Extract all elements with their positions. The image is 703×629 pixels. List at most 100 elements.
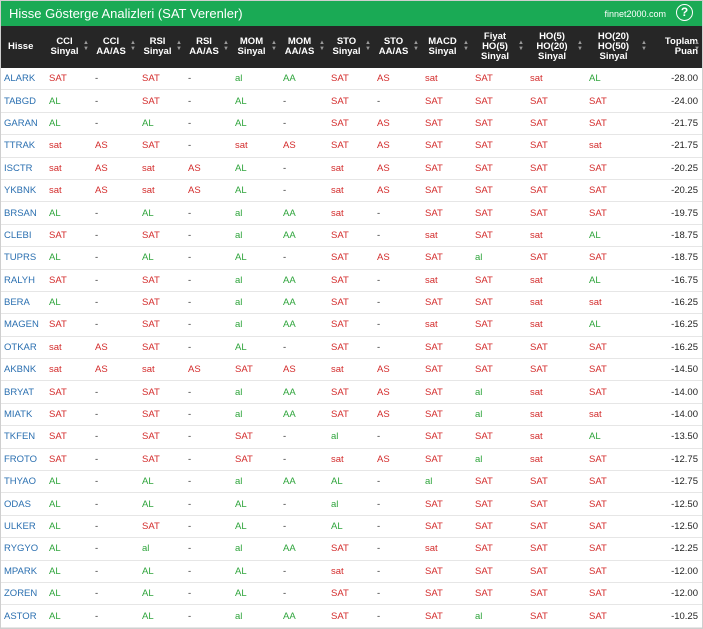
sort-icon[interactable]: ▲ ▼ — [413, 40, 419, 52]
signal-cell: SAT — [45, 403, 91, 427]
column-header[interactable]: CCI AA/AS ▲ ▼ — [91, 26, 138, 68]
table-row[interactable]: TKFEN SAT - SAT - SAT - al - SAT SAT sat AL -13.50 — [1, 425, 702, 449]
sort-icon[interactable]: ▲ ▼ — [176, 40, 182, 52]
table-row[interactable]: ISCTR sat AS sat AS AL - sat AS SAT SAT SAT SAT -20.2… — [1, 157, 702, 180]
signal-cell: SAT — [526, 582, 585, 606]
table-row[interactable]: RYGYO AL - al - al AA SAT - sat SAT SAT SAT -12.25 — [1, 537, 702, 561]
column-header[interactable]: Hisse — [1, 26, 45, 68]
symbol-link[interactable]: ASTOR — [1, 604, 45, 628]
sort-icon[interactable]: ▲ ▼ — [577, 40, 583, 52]
symbol-link[interactable]: BRSAN — [1, 201, 45, 225]
signal-cell: - — [184, 515, 231, 539]
signal-cell: sat — [526, 68, 585, 91]
total-score: -18.75 — [649, 246, 702, 270]
symbol-link[interactable]: THYAO — [1, 470, 45, 494]
table-row[interactable]: THYAO AL - AL - al AA AL - al SAT SAT SAT -12.75 — [1, 470, 702, 494]
symbol-link[interactable]: YKBNK — [1, 179, 45, 203]
table-row[interactable]: ALARK SAT - SAT - al AA SAT AS sat SAT sat AL -28.00 — [1, 68, 702, 91]
help-icon[interactable]: ? — [676, 4, 693, 21]
table-row[interactable]: AKBNK sat AS sat AS SAT AS sat AS SAT SAT SAT SAT -14… — [1, 358, 702, 382]
table-row[interactable]: OTKAR sat AS SAT - AL - SAT - SAT SAT SAT SAT -16.25 — [1, 336, 702, 360]
table-row[interactable]: ULKER AL - SAT - AL - AL - SAT SAT SAT SAT -12.50 — [1, 515, 702, 539]
signal-cell: SAT — [138, 291, 184, 315]
symbol-link[interactable]: FROTO — [1, 448, 45, 472]
table-row[interactable]: BRSAN AL - AL - al AA sat - SAT SAT SAT SAT -19.75 — [1, 201, 702, 225]
table-row[interactable]: TABGD AL - SAT - AL - SAT - SAT SAT SAT SAT -24.00 — [1, 89, 702, 113]
signal-cell: - — [91, 470, 138, 494]
symbol-link[interactable]: RYGYO — [1, 537, 45, 561]
symbol-link[interactable]: RALYH — [1, 269, 45, 292]
table-row[interactable]: CLEBI SAT - SAT - al AA SAT - sat SAT sat AL -18.75 — [1, 224, 702, 248]
signal-cell: SAT — [421, 112, 471, 136]
sort-icon[interactable]: ▲ ▼ — [463, 40, 469, 52]
signal-cell: - — [184, 313, 231, 337]
table-row[interactable]: TTRAK sat AS SAT - sat AS SAT AS SAT SAT SAT sat -21.… — [1, 134, 702, 158]
sort-icon[interactable]: ▲ ▼ — [365, 40, 371, 52]
signal-cell: al — [471, 246, 526, 270]
sort-icon[interactable]: ▲ ▼ — [641, 40, 647, 52]
sort-icon[interactable]: ▲ ▼ — [130, 40, 136, 52]
column-header[interactable]: RSI Sinyal ▲ ▼ — [138, 26, 184, 68]
symbol-link[interactable]: BRYAT — [1, 380, 45, 404]
table-row[interactable]: ZOREN AL - AL - AL - SAT - SAT SAT SAT SAT -12.00 — [1, 582, 702, 606]
table-row[interactable]: BERA AL - SAT - al AA SAT - SAT SAT sat sat -16.25 — [1, 291, 702, 315]
symbol-link[interactable]: CLEBI — [1, 224, 45, 248]
sort-icon[interactable]: ▲ ▼ — [271, 40, 277, 52]
signal-cell: - — [184, 448, 231, 472]
signal-cell: - — [279, 112, 327, 136]
symbol-link[interactable]: MPARK — [1, 560, 45, 583]
sort-icon[interactable]: ▲ ▼ — [694, 40, 700, 52]
symbol-link[interactable]: ODAS — [1, 492, 45, 516]
symbol-link[interactable]: TABGD — [1, 89, 45, 113]
symbol-link[interactable]: TKFEN — [1, 425, 45, 449]
table-row[interactable]: MIATK SAT - SAT - al AA SAT AS SAT al sat sat -14.00 — [1, 403, 702, 427]
sort-icon[interactable]: ▲ ▼ — [319, 40, 325, 52]
table-row[interactable]: RALYH SAT - SAT - al AA SAT - sat SAT sat AL -16.75 — [1, 269, 702, 292]
symbol-link[interactable]: AKBNK — [1, 358, 45, 382]
signal-cell: AL — [45, 537, 91, 561]
column-header[interactable]: RSI AA/AS ▲ ▼ — [184, 26, 231, 68]
column-header[interactable]: STO Sinyal ▲ ▼ — [327, 26, 373, 68]
symbol-link[interactable]: TUPRS — [1, 246, 45, 270]
column-header[interactable]: HO(5) HO(20) Sinyal ▲ ▼ — [526, 26, 585, 68]
sort-icon[interactable]: ▲ ▼ — [518, 40, 524, 52]
sort-icon[interactable]: ▲ ▼ — [223, 40, 229, 52]
signal-cell: - — [184, 291, 231, 315]
table-row[interactable]: FROTO SAT - SAT - SAT - sat AS SAT al sat SAT -12.75 — [1, 448, 702, 472]
symbol-link[interactable]: OTKAR — [1, 336, 45, 360]
table-row[interactable]: BRYAT SAT - SAT - al AA SAT AS SAT al sat SAT -14.00 — [1, 380, 702, 404]
column-header[interactable]: Fiyat HO(5) Sinyal ▲ ▼ — [471, 26, 526, 68]
column-header[interactable]: MACD Sinyal ▲ ▼ — [421, 26, 471, 68]
symbol-link[interactable]: MIATK — [1, 403, 45, 427]
column-header[interactable]: HO(20) HO(50) Sinyal ▲ ▼ — [585, 26, 649, 68]
symbol-link[interactable]: ALARK — [1, 68, 45, 91]
column-header[interactable]: STO AA/AS ▲ ▼ — [373, 26, 421, 68]
column-header[interactable]: MOM AA/AS ▲ ▼ — [279, 26, 327, 68]
signal-cell: - — [279, 560, 327, 583]
table-row[interactable]: TUPRS AL - AL - AL - SAT AS SAT al SAT SAT -18.75 — [1, 246, 702, 270]
column-header[interactable]: CCI Sinyal ▲ ▼ — [45, 26, 91, 68]
table-row[interactable]: GARAN AL - AL - AL - SAT AS SAT SAT SAT SAT -21.75 — [1, 112, 702, 136]
symbol-link[interactable]: GARAN — [1, 112, 45, 136]
signal-cell: - — [91, 68, 138, 91]
signal-cell: - — [373, 201, 421, 225]
signal-cell: SAT — [471, 68, 526, 91]
sort-icon[interactable]: ▲ ▼ — [83, 40, 89, 52]
symbol-link[interactable]: ZOREN — [1, 582, 45, 606]
signal-cell: - — [91, 224, 138, 248]
column-header[interactable]: Toplam Puan ▲ ▼ — [649, 26, 702, 68]
symbol-link[interactable]: BERA — [1, 291, 45, 315]
table-row[interactable]: ASTOR AL - AL - al AA SAT - SAT al SAT SAT -10.25 — [1, 604, 702, 628]
brand-link[interactable]: finnet2000.com — [604, 8, 666, 20]
symbol-link[interactable]: ISCTR — [1, 157, 45, 180]
table-row[interactable]: MAGEN SAT - SAT - al AA SAT - sat SAT sat AL -16.25 — [1, 313, 702, 337]
column-header-label: Sinyal — [50, 46, 79, 57]
table-row[interactable]: MPARK AL - AL - AL - sat - SAT SAT SAT SAT -12.00 — [1, 560, 702, 583]
column-header[interactable]: MOM Sinyal ▲ ▼ — [231, 26, 279, 68]
signal-cell: SAT — [471, 179, 526, 203]
symbol-link[interactable]: MAGEN — [1, 313, 45, 337]
table-row[interactable]: YKBNK sat AS sat AS AL - sat AS SAT SAT SAT SAT -20.2… — [1, 179, 702, 203]
symbol-link[interactable]: TTRAK — [1, 134, 45, 158]
table-row[interactable]: ODAS AL - AL - AL - al - SAT SAT SAT SAT -12.50 — [1, 492, 702, 516]
symbol-link[interactable]: ULKER — [1, 515, 45, 539]
